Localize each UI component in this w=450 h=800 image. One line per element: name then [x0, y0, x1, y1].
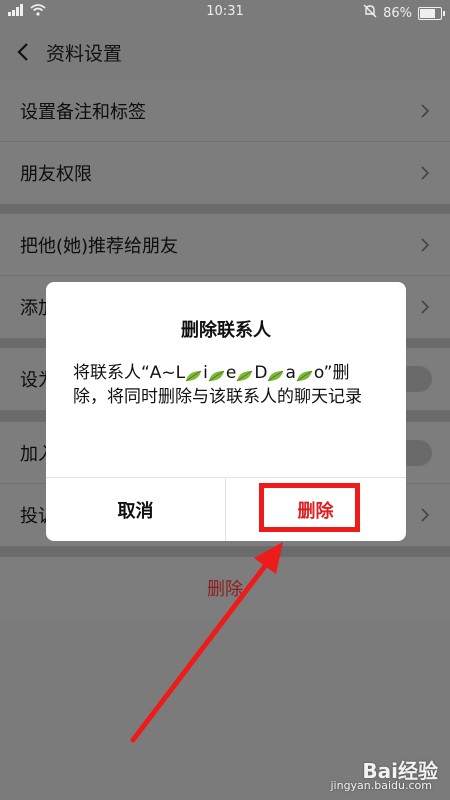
watermark-logo: Bai经验 jingyan.baidu.com	[330, 755, 438, 792]
leaf-emoji-icon	[236, 366, 254, 382]
chevron-right-icon	[421, 103, 430, 118]
annotation-highlight-box	[259, 483, 360, 532]
leaf-emoji-icon	[208, 366, 226, 382]
status-bar: 10:31 86%	[0, 0, 450, 24]
battery-icon	[418, 6, 445, 20]
row-recommend[interactable]: 把他(她)推荐给朋友	[0, 214, 450, 276]
back-button[interactable]	[0, 24, 46, 80]
message-text: e	[225, 363, 237, 383]
leaf-emoji-icon	[185, 366, 203, 382]
chevron-right-icon	[421, 166, 430, 180]
dialog-message: 将联系人“A~L i e Da o”删除，将同时删除与该联系人的聊天记录	[73, 361, 383, 409]
chevron-left-icon	[17, 43, 28, 61]
leaf-emoji-icon	[267, 366, 285, 382]
leaf-emoji-icon	[296, 366, 314, 382]
delete-contact-button[interactable]: 删除	[0, 557, 450, 619]
chevron-right-icon	[421, 508, 430, 522]
cancel-button[interactable]: 取消	[46, 478, 225, 541]
message-text: D	[254, 363, 268, 383]
mute-bell-icon	[363, 4, 377, 22]
row-label: 朋友权限	[20, 164, 92, 185]
settings-group-1: 设置备注和标签 朋友权限	[0, 80, 450, 204]
row-friend-permissions[interactable]: 朋友权限	[0, 142, 450, 204]
message-text: 将联系人“A~L	[73, 363, 186, 383]
watermark-url: jingyan.baidu.com	[330, 779, 432, 792]
row-label: 设置备注和标签	[20, 101, 146, 123]
dialog-title: 删除联系人	[181, 320, 271, 341]
section-gap	[0, 204, 450, 214]
battery-percent: 86%	[383, 5, 412, 21]
message-text: a	[285, 363, 296, 383]
chevron-right-icon	[421, 300, 430, 314]
section-gap	[0, 546, 450, 557]
header: 资料设置	[0, 24, 450, 80]
chevron-right-icon	[421, 237, 430, 252]
page-title: 资料设置	[46, 42, 123, 65]
row-remark-tags[interactable]: 设置备注和标签	[0, 80, 450, 142]
row-label: 把他(她)推荐给朋友	[20, 235, 179, 257]
